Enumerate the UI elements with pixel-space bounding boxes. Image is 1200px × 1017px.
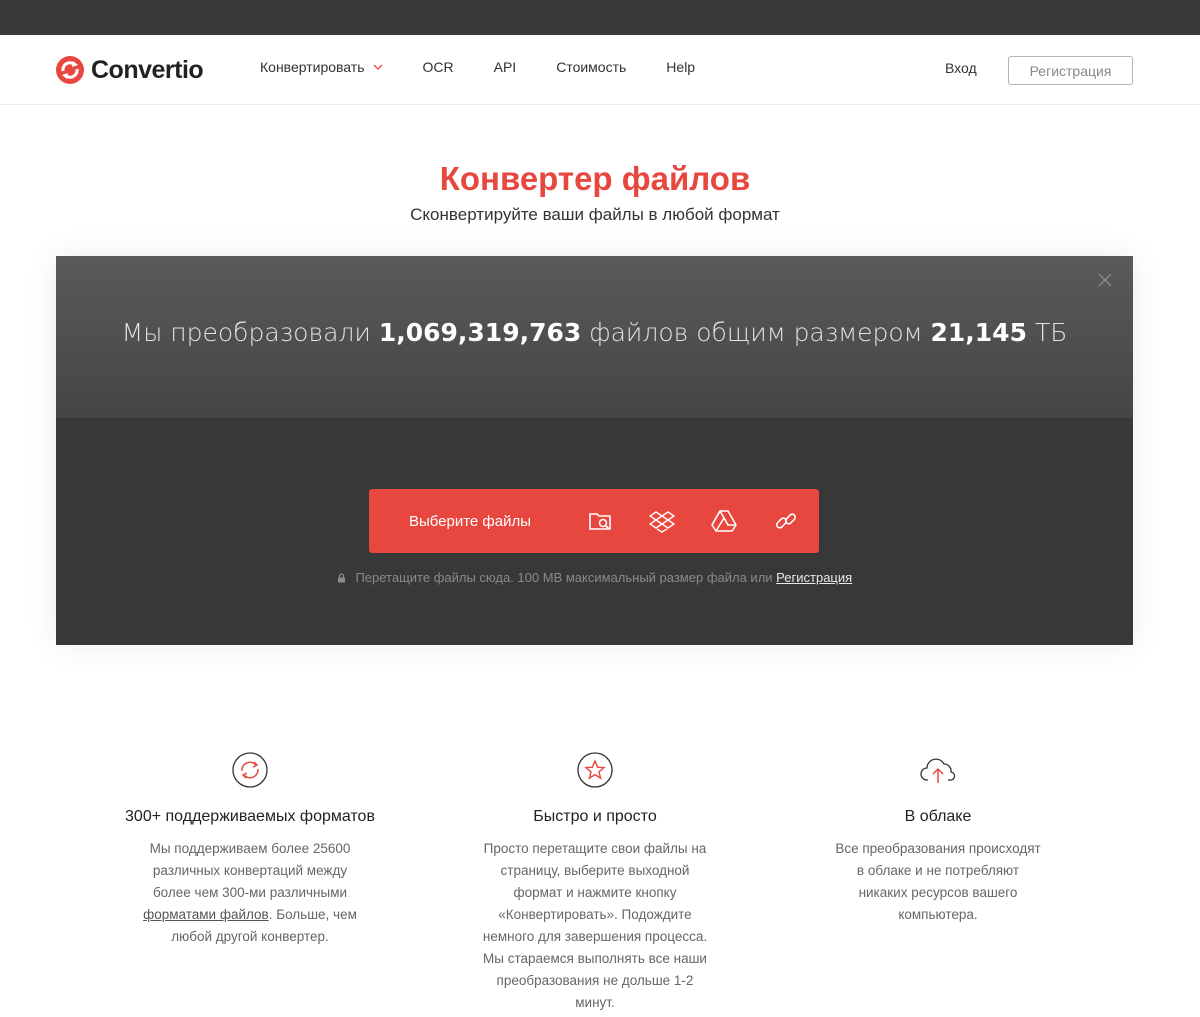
main-nav: Конвертировать OCR API Стоимость Help bbox=[260, 59, 735, 75]
feature-formats-text: Мы поддерживаем более 25600 различных ко… bbox=[95, 838, 405, 948]
convertio-logo-icon bbox=[56, 56, 84, 84]
drop-note-text: Перетащите файлы сюда. 100 MB максимальн… bbox=[355, 570, 773, 585]
stats-unit: ТБ bbox=[1034, 318, 1068, 347]
page-title: Конвертер файлов bbox=[439, 160, 751, 197]
nav-convert-label: Конвертировать bbox=[260, 59, 365, 75]
choose-files-button[interactable]: Выберите файлы bbox=[369, 489, 569, 553]
lock-icon bbox=[337, 573, 345, 583]
stats-banner: Мы преобразовали 1,069,319,763 файлов об… bbox=[56, 256, 1133, 418]
page-subtitle: Сконвертируйте ваши файлы в любой формат bbox=[410, 205, 780, 224]
chevron-down-icon bbox=[373, 64, 382, 70]
star-icon bbox=[577, 752, 613, 788]
feature-cloud-text: Все преобразования происходят в облаке и… bbox=[835, 841, 1041, 922]
from-google-drive-button[interactable] bbox=[693, 489, 755, 553]
nav-api[interactable]: API bbox=[494, 59, 517, 75]
feature-fast-title: Быстро и просто bbox=[533, 808, 657, 825]
from-dropbox-button[interactable] bbox=[631, 489, 693, 553]
feature-fast: Быстро и просто Просто перетащите свои ф… bbox=[440, 750, 750, 1014]
drop-note: Перетащите файлы сюда. 100 MB максимальн… bbox=[56, 570, 1133, 585]
cloud-upload-icon bbox=[920, 758, 956, 783]
convert-cycle-icon bbox=[232, 752, 268, 788]
close-icon[interactable] bbox=[1095, 270, 1115, 290]
feature-formats-text-before: Мы поддерживаем более 25600 различных ко… bbox=[149, 841, 351, 900]
stats-middle: файлов общим размером bbox=[589, 318, 923, 347]
stats-prefix: Мы преобразовали bbox=[121, 318, 371, 347]
from-url-button[interactable] bbox=[755, 489, 817, 553]
site-header: Convertio Конвертировать OCR API Стоимос… bbox=[0, 35, 1200, 105]
nav-convert[interactable]: Конвертировать bbox=[260, 59, 383, 75]
link-icon bbox=[775, 513, 797, 529]
feature-formats: 300+ поддерживаемых форматов Мы поддержи… bbox=[95, 750, 405, 948]
stats-total-size: 21,145 bbox=[930, 318, 1027, 347]
google-drive-icon bbox=[711, 510, 737, 532]
drop-note-signup-link[interactable]: Регистрация bbox=[776, 570, 852, 585]
logo-text: Convertio bbox=[91, 55, 204, 84]
feature-cloud-title: В облаке bbox=[904, 808, 972, 825]
features-section: 300+ поддерживаемых форматов Мы поддержи… bbox=[95, 750, 1105, 1017]
file-formats-link[interactable]: форматами файлов bbox=[143, 907, 269, 922]
conversion-stats: Мы преобразовали 1,069,319,763 файлов об… bbox=[56, 318, 1133, 347]
feature-cloud: В облаке Все преобразования происходят в… bbox=[783, 750, 1093, 926]
login-link[interactable]: Вход bbox=[945, 60, 977, 76]
logo[interactable]: Convertio bbox=[55, 53, 204, 87]
upload-bar: Выберите файлы bbox=[369, 489, 819, 553]
nav-ocr[interactable]: OCR bbox=[423, 59, 454, 75]
folder-search-icon bbox=[589, 513, 611, 530]
upload-panel: Мы преобразовали 1,069,319,763 файлов об… bbox=[56, 256, 1133, 645]
feature-formats-title: 300+ поддерживаемых форматов bbox=[125, 808, 375, 825]
feature-fast-text: Просто перетащите свои файлы на страницу… bbox=[482, 841, 708, 1010]
top-bar bbox=[0, 0, 1200, 35]
nav-help[interactable]: Help bbox=[666, 59, 695, 75]
dropbox-icon bbox=[649, 511, 675, 533]
signup-button[interactable]: Регистрация bbox=[1008, 56, 1133, 85]
stats-files-count: 1,069,319,763 bbox=[378, 318, 582, 347]
from-computer-button[interactable] bbox=[569, 489, 631, 553]
nav-pricing[interactable]: Стоимость bbox=[556, 59, 626, 75]
